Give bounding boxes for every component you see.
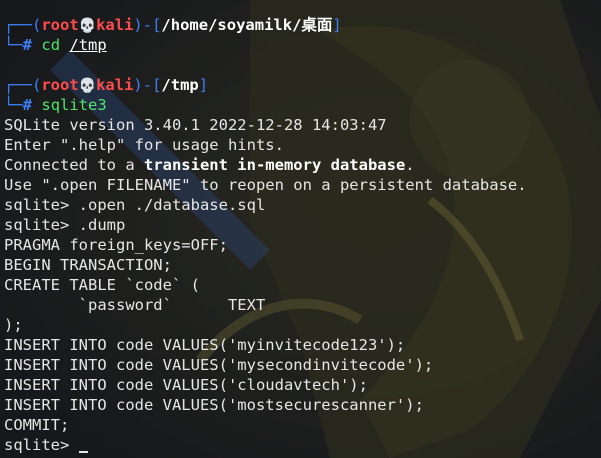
output-line: sqlite> .dump <box>4 216 126 234</box>
output-line: PRAGMA foreign_keys=OFF; <box>4 236 228 254</box>
output-line: ); <box>4 316 23 334</box>
skull-icon: 💀 <box>78 18 97 34</box>
output-line: INSERT INTO code VALUES('cloudavtech'); <box>4 376 368 394</box>
output-line: Enter ".help" for usage hints. <box>4 136 284 154</box>
output-line: COMMIT; <box>4 416 70 434</box>
prompt2-command-line: └─# sqlite3 <box>4 96 107 114</box>
command-name: sqlite3 <box>41 96 107 114</box>
output-line: CREATE TABLE `code` ( <box>4 276 200 294</box>
prompt-host: kali <box>96 76 134 94</box>
output-line: `password` TEXT <box>4 296 266 314</box>
command-arg: /tmp <box>69 36 107 54</box>
output-line: INSERT INTO code VALUES('mostsecurescann… <box>4 396 424 414</box>
output-line: INSERT INTO code VALUES('myinvitecode123… <box>4 336 406 354</box>
text-cursor <box>78 451 88 453</box>
terminal-output: ┌──(root💀kali)-[/home/soyamilk/桌面] └─# c… <box>4 15 601 455</box>
prompt-path: /home/soyamilk/桌面 <box>161 16 333 34</box>
output-line: BEGIN TRANSACTION; <box>4 256 172 274</box>
prompt-host: kali <box>96 16 134 34</box>
input-line[interactable]: sqlite> <box>4 435 601 455</box>
command-name: cd <box>41 36 61 54</box>
prompt-user: root <box>41 16 79 34</box>
output-line: Use ".open FILENAME" to reopen on a pers… <box>4 176 527 194</box>
output-line: sqlite> .open ./database.sql <box>4 196 266 214</box>
prompt1-command-line: └─# cd /tmp <box>4 36 107 54</box>
output-line: SQLite version 3.40.1 2022-12-28 14:03:4… <box>4 116 387 134</box>
prompt-user: root <box>41 76 79 94</box>
prompt2-header: ┌──(root💀kali)-[/tmp] <box>4 76 209 94</box>
prompt-path: /tmp <box>161 76 199 94</box>
sqlite-prompt: sqlite> <box>4 436 79 454</box>
output-line: INSERT INTO code VALUES('mysecondinvitec… <box>4 356 434 374</box>
output-line: Connected to a transient in-memory datab… <box>4 156 415 174</box>
prompt1-header: ┌──(root💀kali)-[/home/soyamilk/桌面] <box>4 16 342 34</box>
skull-icon: 💀 <box>78 78 97 94</box>
